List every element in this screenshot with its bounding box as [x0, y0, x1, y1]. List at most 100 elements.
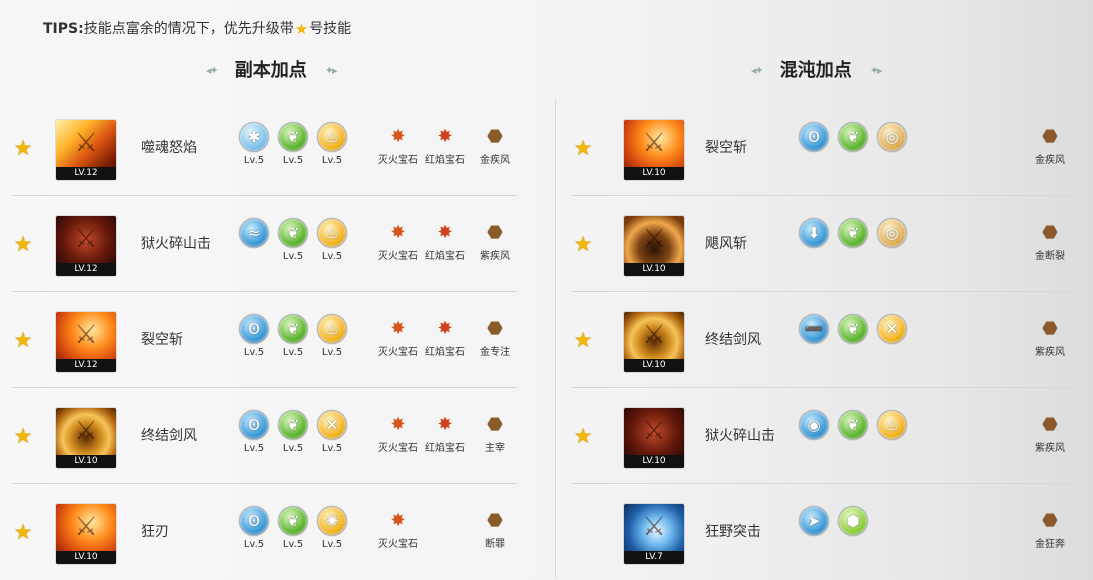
- rune-slot[interactable]: ♨ Lv.5: [312, 122, 352, 168]
- gem-slot[interactable]: ⬣ 主宰: [467, 414, 523, 456]
- ornament-left-icon: ◂✦: [206, 64, 219, 77]
- stone-icon: ⬣: [1042, 222, 1058, 243]
- rune-slot[interactable]: ✺ Lv.5: [312, 506, 352, 552]
- gem-name: 断罪: [485, 539, 505, 550]
- flame-rune-icon: ♨: [317, 218, 347, 248]
- skill-icon[interactable]: ⚔ LV.12: [56, 312, 116, 372]
- rune-slot[interactable]: Ꙩ Lv.5: [234, 314, 274, 360]
- rune-slot[interactable]: ✱ Lv.5: [234, 122, 274, 168]
- stone-icon: ⬣: [1042, 414, 1058, 435]
- star-icon: ★: [13, 328, 33, 352]
- gem-slot[interactable]: ⬣ 金专注: [467, 318, 523, 360]
- rune-slot[interactable]: ◎: [872, 218, 912, 264]
- gem-slot[interactable]: ✸ 红焰宝石: [417, 222, 473, 264]
- ornament-right-icon: ✦▸: [869, 64, 883, 77]
- gem-slot[interactable]: ⬣ 紫疾风: [1022, 318, 1078, 360]
- rune-slot[interactable]: ♨ Lv.5: [312, 218, 352, 264]
- gem-slot[interactable]: ⬣ 金狂奔: [1022, 510, 1078, 552]
- skill-icon[interactable]: ⚔ LV.10: [624, 312, 684, 372]
- skill-row: ★ ⚔ LV.10 狱火碎山击 ◉ ❦ ♨ ⬣ 紫疾风: [572, 388, 1073, 484]
- rune-level: Lv.5: [243, 539, 265, 550]
- rune-slot[interactable]: ⬇: [794, 218, 834, 264]
- rune-slot[interactable]: ♨ Lv.5: [312, 314, 352, 360]
- rune-slot[interactable]: Ꙩ Lv.5: [234, 506, 274, 552]
- gem-slot[interactable]: ⬣ 金断裂: [1022, 222, 1078, 264]
- rune-slot[interactable]: ❦ Lv.5: [273, 314, 313, 360]
- rune-level: [872, 250, 912, 264]
- skill-name: 终结剑风: [141, 428, 197, 444]
- fire-gem-icon: ✸: [390, 126, 406, 147]
- fire-gem-icon: ✸: [390, 510, 406, 531]
- swirl-rune-icon: Ꙩ: [239, 410, 269, 440]
- gem-slot[interactable]: ✸ 灭火宝石: [370, 510, 426, 552]
- section-title-dungeon: ◂✦ 副本加点 ✦▸: [188, 58, 354, 84]
- gem-slot[interactable]: ⬣ 断罪: [467, 510, 523, 552]
- rune-slot[interactable]: ❦ Lv.5: [273, 122, 313, 168]
- skill-level: LV.10: [624, 455, 684, 468]
- rune-slot[interactable]: ✕: [872, 314, 912, 360]
- rune-slot[interactable]: ❦: [833, 410, 873, 456]
- gem-slot[interactable]: ⬣ 金疾风: [1022, 126, 1078, 168]
- stone-icon: ⬣: [487, 510, 503, 531]
- rune-slot[interactable]: ◉: [794, 410, 834, 456]
- leaf-rune-icon: ❦: [278, 218, 308, 248]
- rune-slot[interactable]: ❦: [833, 218, 873, 264]
- skill-art-icon: ⚔: [74, 224, 98, 254]
- skill-icon[interactable]: ⚔ LV.10: [624, 408, 684, 468]
- fire-gem-icon: ✸: [390, 318, 406, 339]
- gem-slot[interactable]: ⬣ 金疾风: [467, 126, 523, 168]
- rune-slot[interactable]: ✕ Lv.5: [312, 410, 352, 456]
- ring-rune-icon: ◎: [877, 218, 907, 248]
- skill-icon[interactable]: ⚔ LV.12: [56, 216, 116, 276]
- skill-art-icon: ⚔: [74, 512, 98, 542]
- skill-icon[interactable]: ⚔ LV.10: [56, 504, 116, 564]
- rune-slot[interactable]: Ꙩ: [794, 122, 834, 168]
- skill-row: ★ ⚔ LV.10 飓风斩 ⬇ ❦ ◎ ⬣ 金断裂: [572, 196, 1073, 292]
- skill-icon[interactable]: ⚔ LV.10: [624, 216, 684, 276]
- skill-row: ★ ⚔ LV.10 终结剑风 Ꙩ Lv.5 ❦ Lv.5 ✕ Lv.5 ✸ 灭火宝石 ✸ 红焰宝石 ⬣ 主宰: [12, 388, 517, 484]
- ring-rune-icon: ◎: [877, 122, 907, 152]
- gem-slot[interactable]: ✸ 红焰宝石: [417, 414, 473, 456]
- rune-slot[interactable]: Ꙩ Lv.5: [234, 410, 274, 456]
- rune-slot[interactable]: ➖: [794, 314, 834, 360]
- gem-slot[interactable]: ✸ 红焰宝石: [417, 126, 473, 168]
- rune-slot[interactable]: ❦: [833, 122, 873, 168]
- rune-level: Lv.5: [243, 347, 265, 358]
- rune-level: Lv.5: [282, 251, 304, 262]
- gem-slot[interactable]: ⬣ 紫疾风: [467, 222, 523, 264]
- gem-slot[interactable]: ⬣ 紫疾风: [1022, 414, 1078, 456]
- rune-slot[interactable]: ❦ Lv.5: [273, 218, 313, 264]
- fire-gem-icon: ✸: [390, 414, 406, 435]
- star-icon: ★: [13, 424, 33, 448]
- skill-name: 终结剑风: [705, 332, 761, 348]
- rune-level: [833, 538, 873, 552]
- skill-icon[interactable]: ⚔ LV.12: [56, 120, 116, 180]
- gem-name: 紫疾风: [1035, 443, 1065, 454]
- leaf-rune-icon: ❦: [278, 410, 308, 440]
- rune-level: Lv.5: [243, 155, 265, 166]
- rune-slot[interactable]: ♨: [872, 410, 912, 456]
- column-divider: [555, 100, 556, 579]
- skill-row: ★ ⚔ LV.12 狱火碎山击 ≈ ❦ Lv.5 ♨ Lv.5 ✸ 灭火宝石 ✸ 红焰宝石 ⬣ 紫疾风: [12, 196, 517, 292]
- rune-level: Lv.5: [282, 347, 304, 358]
- skill-icon[interactable]: ⚔ LV.10: [56, 408, 116, 468]
- rune-slot[interactable]: ≈: [234, 218, 274, 264]
- gem-slot[interactable]: ✸ 红焰宝石: [417, 318, 473, 360]
- rune-level: [872, 442, 912, 456]
- leaf-rune-icon: ❦: [838, 410, 868, 440]
- rune-level: [234, 250, 274, 264]
- rune-slot[interactable]: ⬢: [833, 506, 873, 552]
- skill-art-icon: ⚔: [642, 224, 666, 254]
- rune-slot[interactable]: ➤: [794, 506, 834, 552]
- rune-slot[interactable]: ❦ Lv.5: [273, 506, 313, 552]
- skill-icon[interactable]: ⚔ LV.7: [624, 504, 684, 564]
- rune-slot[interactable]: ❦ Lv.5: [273, 410, 313, 456]
- leaf-rune-icon: ❦: [278, 122, 308, 152]
- rune-level: [794, 538, 834, 552]
- gem-name: 红焰宝石: [425, 443, 465, 454]
- rune-slot[interactable]: ◎: [872, 122, 912, 168]
- frost-rune-icon: ✱: [239, 122, 269, 152]
- rune-level: Lv.5: [321, 155, 343, 166]
- skill-icon[interactable]: ⚔ LV.10: [624, 120, 684, 180]
- rune-slot[interactable]: ❦: [833, 314, 873, 360]
